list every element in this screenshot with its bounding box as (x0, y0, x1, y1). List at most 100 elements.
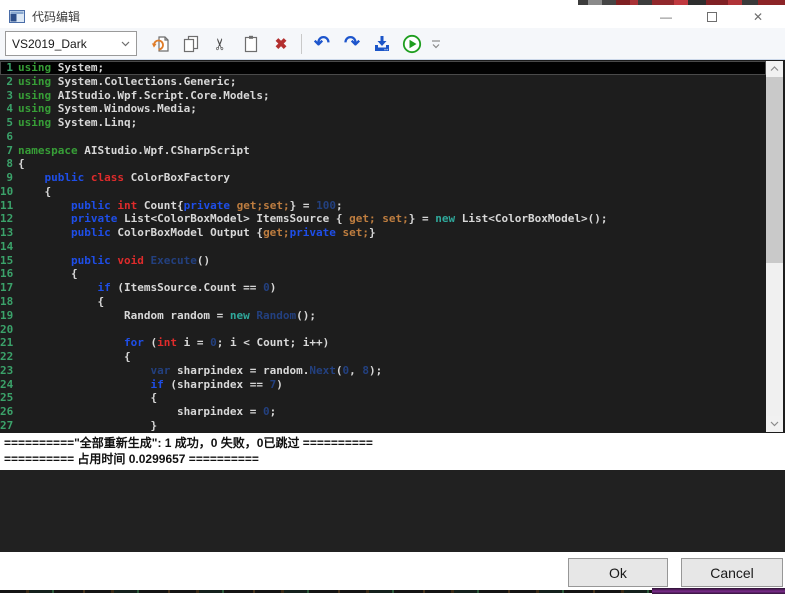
code-line: 12 private List<ColorBoxModel> ItemsSour… (0, 212, 766, 226)
code-line: 11 public int Count{private get;set;} = … (0, 199, 766, 213)
line-number: 16 (0, 267, 13, 281)
code-editor[interactable]: 1using System;2using System.Collections.… (0, 60, 785, 433)
toolbar-overflow-button[interactable] (429, 31, 443, 57)
line-number: 24 (0, 378, 13, 392)
code-line: 3using AIStudio.Wpf.Script.Core.Models; (0, 89, 766, 103)
undo-icon: ↶ (314, 34, 330, 53)
code-line: 26 sharpindex = 0; (0, 405, 766, 419)
maximize-button[interactable] (689, 5, 735, 28)
background-app-bottom-strip (0, 590, 652, 593)
line-number: 6 (0, 130, 13, 144)
code-line: 2using System.Collections.Generic; (0, 75, 766, 89)
code-line: 22 { (0, 350, 766, 364)
code-line: 8{ (0, 157, 766, 171)
code-line: 20 (0, 323, 766, 337)
line-number: 22 (0, 350, 13, 364)
line-number: 27 (0, 419, 13, 433)
ok-button[interactable]: Ok (568, 558, 668, 587)
code-line: 10 { (0, 185, 766, 199)
line-number: 1 (0, 61, 13, 75)
line-number: 23 (0, 364, 13, 378)
cancel-button[interactable]: Cancel (681, 558, 783, 587)
theme-select[interactable]: VS2019_Dark (5, 31, 137, 56)
new-file-icon (150, 33, 172, 55)
chevron-down-icon (121, 41, 130, 47)
vertical-scrollbar[interactable] (766, 61, 783, 432)
code-line: 27 } (0, 419, 766, 433)
line-number: 10 (0, 185, 13, 199)
title-bar: 代码编辑 — ✕ (0, 5, 785, 28)
redo-button[interactable]: ↷ (339, 31, 365, 57)
paste-button[interactable] (238, 31, 264, 57)
theme-select-value: VS2019_Dark (12, 37, 87, 51)
chevron-down-icon (770, 421, 779, 427)
minimize-button[interactable]: — (643, 5, 689, 28)
window-controls: — ✕ (643, 5, 781, 28)
delete-button[interactable]: ✖ (268, 31, 294, 57)
code-line: 17 if (ItemsSource.Count == 0) (0, 281, 766, 295)
save-download-icon (371, 33, 393, 55)
run-play-icon (400, 32, 424, 56)
line-number: 17 (0, 281, 13, 295)
overflow-icon (430, 37, 442, 51)
toolbar-buttons: ✂ ✖ ↶ ↷ (148, 31, 443, 57)
line-number: 18 (0, 295, 13, 309)
close-button[interactable]: ✕ (735, 5, 781, 28)
code-line: 7namespace AIStudio.Wpf.CSharpScript (0, 144, 766, 158)
line-number: 7 (0, 144, 13, 158)
line-number: 11 (0, 199, 13, 213)
toolbar: VS2019_Dark ✂ (0, 28, 785, 60)
line-number: 12 (0, 212, 13, 226)
redo-icon: ↷ (344, 34, 360, 53)
line-number: 21 (0, 336, 13, 350)
scissors-icon: ✂ (211, 37, 231, 50)
line-number: 2 (0, 75, 13, 89)
line-number: 14 (0, 240, 13, 254)
build-time-line: ========== 占用时间 0.0299657 ========== (4, 451, 785, 467)
code-line: 15 public void Execute() (0, 254, 766, 268)
code-line: 24 if (sharpindex == 7) (0, 378, 766, 392)
line-number: 20 (0, 323, 13, 337)
copy-button[interactable] (178, 31, 204, 57)
build-output: =========="全部重新生成": 1 成功，0 失败，0已跳过 =====… (0, 433, 785, 470)
code-line: 9 public class ColorBoxFactory (0, 171, 766, 185)
line-number: 19 (0, 309, 13, 323)
paste-icon (240, 33, 262, 55)
code-edit-dialog: 代码编辑 — ✕ VS2019_Dark (0, 0, 785, 594)
line-number: 13 (0, 226, 13, 240)
code-line: 18 { (0, 295, 766, 309)
scrollbar-thumb[interactable] (766, 77, 783, 263)
line-number: 5 (0, 116, 13, 130)
code-line: 4using System.Windows.Media; (0, 102, 766, 116)
delete-x-icon: ✖ (275, 35, 288, 53)
undo-button[interactable]: ↶ (309, 31, 335, 57)
code-line: 21 for (int i = 0; i < Count; i++) (0, 336, 766, 350)
empty-log-panel (0, 470, 785, 552)
build-result-line: =========="全部重新生成": 1 成功，0 失败，0已跳过 =====… (4, 435, 785, 451)
maximize-icon (707, 12, 717, 22)
code-lines: 1using System;2using System.Collections.… (0, 61, 766, 433)
code-line: 25 { (0, 391, 766, 405)
scroll-up-button[interactable] (766, 61, 783, 77)
code-line: 13 public ColorBoxModel Output {get;priv… (0, 226, 766, 240)
new-file-button[interactable] (148, 31, 174, 57)
line-number: 8 (0, 157, 13, 171)
save-button[interactable] (369, 31, 395, 57)
line-number: 4 (0, 102, 13, 116)
scroll-down-button[interactable] (766, 416, 783, 432)
code-line: 1using System; (0, 61, 766, 75)
copy-icon (180, 33, 202, 55)
background-app-strip (578, 0, 785, 5)
line-number: 26 (0, 405, 13, 419)
line-number: 25 (0, 391, 13, 405)
code-line: 23 var sharpindex = random.Next(0, 8); (0, 364, 766, 378)
line-number: 9 (0, 171, 13, 185)
background-app-purple-strip (652, 588, 785, 594)
code-line: 6 (0, 130, 766, 144)
code-line: 16 { (0, 267, 766, 281)
code-line: 14 (0, 240, 766, 254)
cut-button[interactable]: ✂ (208, 31, 234, 57)
code-line: 5using System.Linq; (0, 116, 766, 130)
run-button[interactable] (399, 31, 425, 57)
chevron-up-icon (770, 66, 779, 72)
